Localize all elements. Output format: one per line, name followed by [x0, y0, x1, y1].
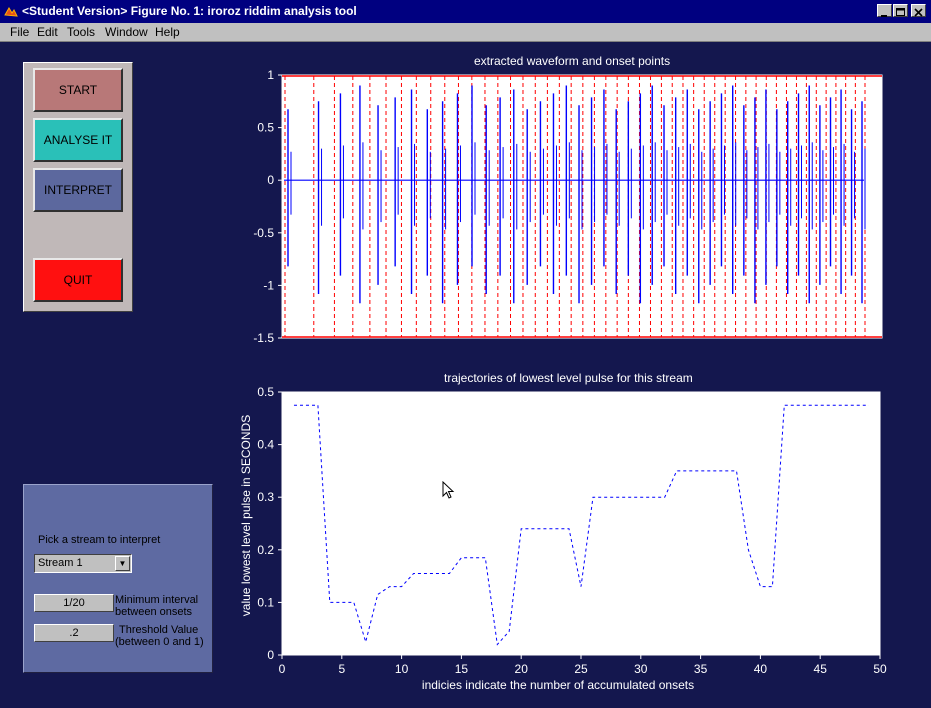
- x-tick-label: 50: [873, 662, 887, 676]
- maximize-button[interactable]: [893, 4, 908, 17]
- stream-select[interactable]: Stream 1 ▼: [34, 554, 132, 573]
- threshold-field[interactable]: .2: [34, 624, 114, 642]
- x-tick-label: 20: [515, 662, 529, 676]
- quit-button[interactable]: QUIT: [33, 258, 123, 302]
- x-tick-label: 35: [694, 662, 708, 676]
- x-tick-label: 30: [634, 662, 648, 676]
- maximize-icon: [894, 7, 907, 18]
- y-tick-label: 0.4: [257, 438, 274, 452]
- y-tick-label: 1: [267, 68, 274, 82]
- chevron-down-icon[interactable]: ▼: [115, 556, 130, 571]
- y-tick-label: 0.1: [257, 595, 274, 609]
- stream-panel: Pick a stream to interpret Stream 1 ▼ 1/…: [23, 484, 213, 673]
- y-axis-label: value lowest level pulse in SECONDS: [239, 415, 253, 616]
- y-tick-label: -0.5: [253, 226, 274, 240]
- pulse-plot-area: [282, 392, 880, 655]
- interpret-button[interactable]: INTERPRET: [33, 168, 123, 212]
- x-tick-label: 15: [455, 662, 469, 676]
- y-tick-label: 0: [267, 648, 274, 662]
- x-tick-label: 25: [574, 662, 588, 676]
- min-interval-label-line1: Minimum interval: [115, 594, 198, 606]
- close-icon: [912, 7, 925, 18]
- y-tick-label: 0: [267, 173, 274, 187]
- waveform-chart: 1 0.5 0 -0.5 -1 -1.5: [250, 66, 890, 356]
- x-tick-label: 40: [754, 662, 768, 676]
- pick-stream-label: Pick a stream to interpret: [38, 534, 160, 546]
- minimize-icon: [878, 7, 891, 18]
- min-interval-label: Minimum interval between onsets: [115, 594, 198, 618]
- menu-help[interactable]: Help: [155, 25, 180, 39]
- menu-file[interactable]: File: [10, 25, 29, 39]
- analyse-button[interactable]: ANALYSE IT: [33, 118, 123, 162]
- matlab-logo-icon: [4, 4, 18, 18]
- start-button[interactable]: START: [33, 68, 123, 112]
- stream-select-value: Stream 1: [38, 557, 83, 569]
- x-axis-label: indicies indicate the number of accumula…: [422, 678, 694, 692]
- pulse-chart: 0 0.1 0.2 0.3 0.4 0.5 0 5 10 15 20 25 30 35 40 45 50 indi…: [236, 382, 896, 694]
- min-interval-field[interactable]: 1/20: [34, 594, 114, 612]
- x-tick-label: 5: [338, 662, 345, 676]
- threshold-label-line1: Threshold Value: [115, 624, 204, 636]
- y-tick-label: 0.5: [257, 385, 274, 399]
- x-tick-label: 0: [279, 662, 286, 676]
- menu-tools[interactable]: Tools: [67, 25, 95, 39]
- menu-bar: File Edit Tools Window Help: [0, 23, 931, 41]
- y-tick-label: -1.5: [253, 331, 274, 345]
- x-tick-label: 10: [395, 662, 409, 676]
- min-interval-label-line2: between onsets: [115, 606, 198, 618]
- window-titlebar: <Student Version> Figure No. 1: iroroz r…: [0, 0, 931, 23]
- y-tick-label: -1: [263, 278, 274, 292]
- menu-edit[interactable]: Edit: [37, 25, 58, 39]
- close-button[interactable]: [911, 4, 926, 17]
- mouse-pointer-icon: [442, 481, 455, 501]
- window-title: <Student Version> Figure No. 1: iroroz r…: [22, 4, 357, 18]
- x-tick-label: 45: [814, 662, 828, 676]
- y-tick-label: 0.2: [257, 543, 274, 557]
- menu-window[interactable]: Window: [105, 25, 148, 39]
- threshold-label-line2: (between 0 and 1): [115, 636, 204, 648]
- y-tick-label: 0.5: [257, 121, 274, 135]
- control-panel: START ANALYSE IT INTERPRET QUIT: [23, 62, 133, 312]
- minimize-button[interactable]: [877, 4, 892, 17]
- y-tick-label: 0.3: [257, 490, 274, 504]
- threshold-label: Threshold Value (between 0 and 1): [115, 624, 204, 648]
